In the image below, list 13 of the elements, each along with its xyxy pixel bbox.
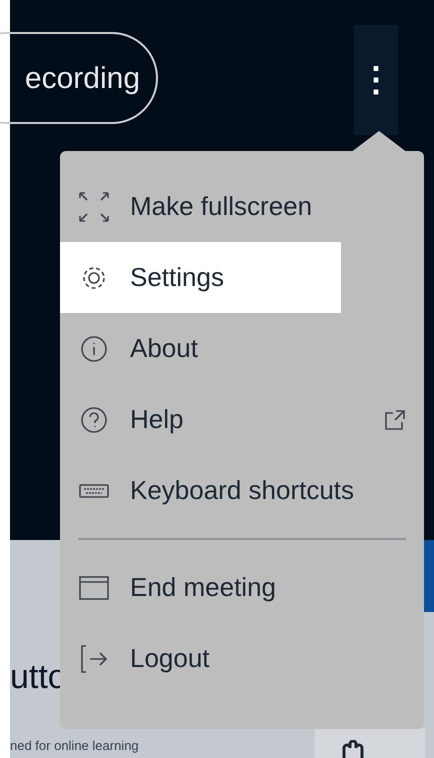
expand-icon — [78, 190, 110, 222]
logout-icon — [78, 642, 110, 674]
recording-button[interactable]: ecording — [0, 32, 158, 124]
menu-item[interactable]: Keyboard shortcuts — [60, 455, 424, 526]
menu-item[interactable]: Logout — [60, 623, 424, 694]
page-subtitle: ned for online learning — [10, 737, 139, 755]
menu-item[interactable]: Make fullscreen — [60, 171, 424, 242]
more-button[interactable]: ⋮ — [354, 25, 398, 135]
menu-item[interactable]: About — [60, 313, 424, 384]
menu-item[interactable]: Help — [60, 384, 424, 455]
menu-item[interactable]: Settings — [60, 242, 341, 313]
hand-icon — [340, 740, 366, 758]
menu-item[interactable]: End meeting — [60, 552, 424, 623]
